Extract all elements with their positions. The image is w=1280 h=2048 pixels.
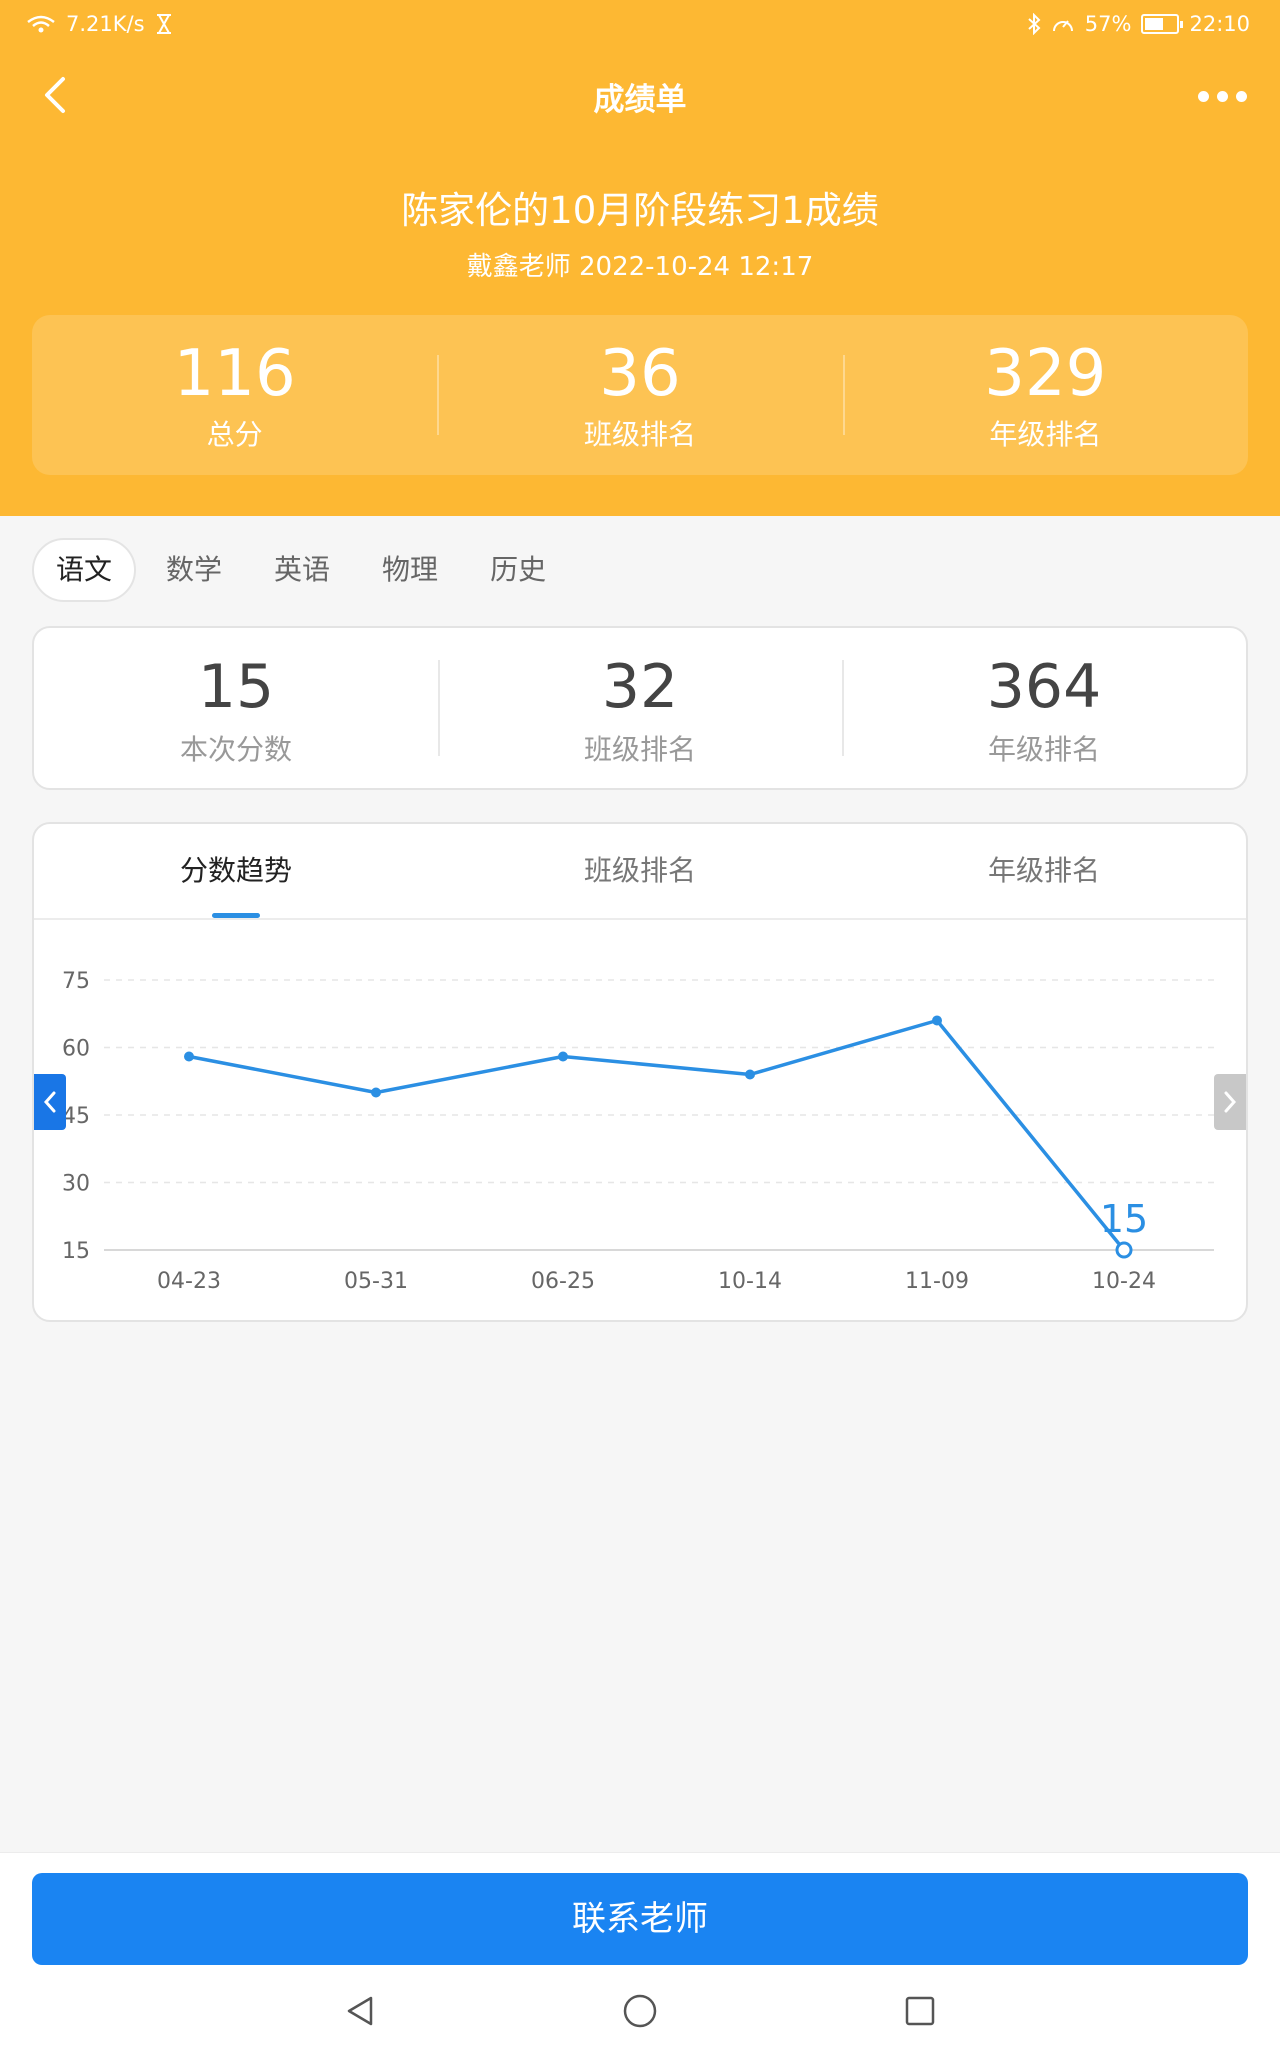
chart-data-label: 15	[1100, 1197, 1148, 1241]
chart-y-tick-label: 30	[62, 1172, 90, 1197]
summary-class-rank: 36 班级排名	[437, 315, 842, 475]
chart-next-button[interactable]	[1214, 1074, 1246, 1130]
more-dot-icon	[1216, 90, 1228, 102]
subject-score-card: 15 本次分数 32 班级排名 364 年级排名	[32, 626, 1248, 790]
score-trend-chart: 15 30 45 60 75 04-23 05-31 06-25 10-14 11-09 10-24…	[62, 969, 1214, 1294]
chart-point	[558, 1051, 568, 1062]
chart-x-tick-label: 10-24	[1092, 1269, 1156, 1294]
summary-grade-rank: 329 年级排名	[842, 315, 1248, 475]
subject-score: 15 本次分数	[34, 628, 438, 788]
score-value: 364	[986, 652, 1102, 722]
chart-x-tick-label: 04-23	[157, 1269, 221, 1294]
chart-y-tick-label: 60	[62, 1037, 90, 1062]
chart-tabs: 分数趋势 班级排名 年级排名	[34, 824, 1246, 920]
summary-value: 329	[984, 337, 1107, 411]
system-navigation-bar	[0, 1981, 1280, 2041]
subject-tab[interactable]: 数学	[144, 538, 244, 602]
speed-gauge-icon	[1052, 20, 1073, 32]
chart-point	[745, 1069, 755, 1080]
summary-label: 班级排名	[583, 418, 696, 452]
report-title: 陈家伦的10月阶段练习1成绩	[401, 189, 879, 232]
chart-x-tick-label: 11-09	[905, 1269, 969, 1294]
more-dot-icon	[1235, 90, 1247, 102]
chart-point	[371, 1087, 381, 1098]
subject-class-rank: 32 班级排名	[438, 628, 842, 788]
system-home-button[interactable]	[610, 1981, 670, 2041]
score-label: 年级排名	[987, 733, 1100, 766]
subject-grade-rank: 364 年级排名	[842, 628, 1246, 788]
hourglass-icon	[156, 14, 171, 34]
chevron-right-icon	[1224, 1091, 1237, 1113]
chart-x-tick-label: 05-31	[344, 1269, 408, 1294]
score-value: 15	[197, 652, 275, 722]
tab-score-trend[interactable]: 分数趋势	[34, 824, 438, 918]
score-label: 班级排名	[583, 733, 696, 766]
summary-value: 36	[599, 337, 681, 411]
status-bar: 7.21K/s 57% 22:10	[0, 0, 1280, 50]
battery-icon	[1141, 14, 1184, 34]
system-recents-button[interactable]	[890, 1981, 950, 2041]
summary-label: 总分	[206, 418, 263, 452]
system-back-button[interactable]	[330, 1981, 390, 2041]
summary-label: 年级排名	[989, 418, 1102, 452]
chart-prev-button[interactable]	[34, 1074, 66, 1130]
chart-x-tick-label: 06-25	[531, 1269, 595, 1294]
score-label: 本次分数	[179, 733, 292, 766]
contact-teacher-button[interactable]: 联系老师	[32, 1873, 1248, 1965]
chart-point-highlight	[1115, 1241, 1133, 1259]
wifi-icon	[27, 15, 55, 33]
chart-x-tick-label: 10-14	[718, 1269, 782, 1294]
subject-tab[interactable]: 英语	[252, 538, 352, 602]
chart-y-tick-label: 45	[62, 1104, 90, 1129]
subject-tab[interactable]: 历史	[468, 538, 568, 602]
circle-home-icon	[623, 1994, 657, 2028]
subject-tabs: 语文 数学 英语 物理 历史	[32, 538, 568, 602]
chart-y-tick-label: 15	[62, 1239, 90, 1264]
subject-tab[interactable]: 物理	[360, 538, 460, 602]
battery-percent: 57%	[1084, 12, 1132, 36]
chart-y-tick-label: 75	[62, 969, 90, 994]
tab-grade-rank[interactable]: 年级排名	[842, 824, 1246, 918]
square-recents-icon	[905, 1996, 935, 2026]
score-value: 32	[601, 652, 679, 722]
trend-chart-card: 分数趋势 班级排名 年级排名 15 30 45 60 75 04-23 05-31 06-25…	[32, 822, 1248, 1322]
clock: 22:10	[1189, 12, 1250, 36]
bluetooth-icon	[1028, 13, 1041, 35]
chart-point	[184, 1051, 194, 1062]
chart-point	[932, 1015, 942, 1026]
total-summary-card: 116 总分 36 班级排名 329 年级排名	[32, 315, 1248, 475]
subject-tab[interactable]: 语文	[32, 538, 137, 602]
navbar: 成绩单	[0, 60, 1280, 130]
more-dot-icon	[1197, 90, 1209, 102]
page-title: 成绩单	[593, 82, 687, 118]
more-options-button[interactable]	[1192, 78, 1252, 114]
triangle-back-icon	[347, 1996, 373, 2026]
chevron-left-icon	[43, 1091, 56, 1113]
network-speed: 7.21K/s	[66, 12, 145, 36]
tab-class-rank[interactable]: 班级排名	[438, 824, 842, 918]
chart-series-line	[188, 1018, 1126, 1252]
header: 7.21K/s 57% 22:10 成绩单 陈家伦的10月阶段练习1成绩 戴鑫老…	[0, 0, 1280, 516]
summary-value: 116	[173, 337, 296, 411]
summary-total-score: 116 总分	[32, 315, 437, 475]
bottom-bar: 联系老师	[0, 1852, 1280, 2048]
report-subtitle: 戴鑫老师 2022-10-24 12:17	[466, 252, 814, 282]
